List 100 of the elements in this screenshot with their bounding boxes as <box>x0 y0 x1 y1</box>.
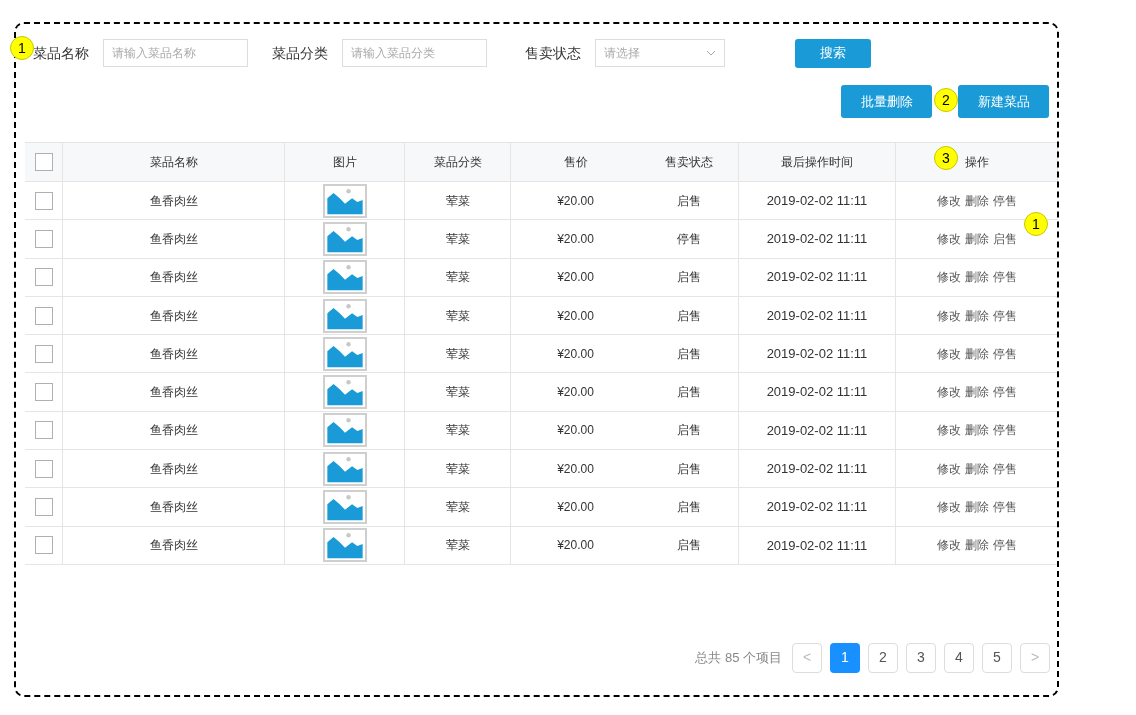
table-cell-text: 鱼香肉丝 <box>149 460 198 478</box>
table-cell-text: 鱼香肉丝 <box>149 307 198 325</box>
operation-link[interactable]: 修改 <box>937 421 961 440</box>
operation-link[interactable]: 停售 <box>993 383 1017 402</box>
checkbox[interactable] <box>34 344 53 363</box>
checkbox[interactable] <box>34 536 53 555</box>
operation-link[interactable]: 删除 <box>965 498 989 516</box>
table-cell-text: 荤菜 <box>445 307 470 325</box>
table-cell-text: ¥20.00 <box>557 269 594 287</box>
table-cell-text: 荤菜 <box>445 460 470 478</box>
page-button[interactable]: 5 <box>982 642 1012 673</box>
operation-link[interactable]: 删除 <box>965 421 989 440</box>
table-cell-text: ¥20.00 <box>557 422 594 440</box>
table-cell-text: 荤菜 <box>445 499 470 516</box>
chevron-down-icon <box>706 50 716 56</box>
table-cell-text: 启售 <box>677 384 701 402</box>
operation-link[interactable]: 删除 <box>965 383 989 402</box>
table-cell-text: ¥20.00 <box>557 230 594 248</box>
table-cell-text: 荤菜 <box>445 230 470 248</box>
checkbox[interactable] <box>34 383 53 402</box>
operation-link[interactable]: 修改 <box>937 306 961 325</box>
table-cell-text: 2019-02-02 11:11 <box>766 459 868 478</box>
table-cell-text: 2019-02-02 11:11 <box>766 268 868 287</box>
page-button[interactable]: 4 <box>944 642 974 673</box>
operation-link[interactable]: 删除 <box>965 459 989 478</box>
table-cell-text: 鱼香肉丝 <box>149 499 198 516</box>
table-cell-text: ¥20.00 <box>557 192 594 210</box>
table-cell-text: 荤菜 <box>445 345 470 363</box>
checkbox[interactable] <box>34 498 53 516</box>
operation-link[interactable]: 修改 <box>937 344 961 363</box>
table-cell-text: 启售 <box>677 537 701 555</box>
operation-link[interactable]: 停售 <box>993 421 1017 440</box>
operation-link[interactable]: 停售 <box>993 498 1017 516</box>
operation-link[interactable]: 修改 <box>937 229 961 248</box>
column-header: 菜品名称 <box>149 154 198 171</box>
checkbox[interactable] <box>34 459 53 478</box>
checkbox[interactable] <box>34 306 53 325</box>
table-cell-text: 启售 <box>677 192 701 210</box>
table-cell-text: ¥20.00 <box>557 537 594 555</box>
operation-link[interactable]: 删除 <box>965 229 989 248</box>
column-header: 图片 <box>332 154 357 171</box>
checkbox[interactable] <box>34 421 53 440</box>
column-header: 操作 <box>964 154 989 171</box>
checkbox[interactable] <box>34 153 53 171</box>
operation-link[interactable]: 停售 <box>993 344 1017 363</box>
page-button[interactable]: 3 <box>906 642 936 673</box>
input-field[interactable]: 请输入菜品分类 <box>342 39 487 67</box>
table-cell-text: 鱼香肉丝 <box>149 345 198 363</box>
operation-link[interactable]: 停售 <box>993 268 1017 287</box>
table-cell-text: 鱼香肉丝 <box>149 537 198 555</box>
input-field[interactable]: 请输入菜品名称 <box>103 39 248 67</box>
checkbox[interactable] <box>34 191 53 210</box>
operation-link[interactable]: 修改 <box>937 498 961 516</box>
checkbox[interactable] <box>34 268 53 287</box>
operation-link[interactable]: 修改 <box>937 268 961 287</box>
operation-link[interactable]: 删除 <box>965 191 989 210</box>
table-cell-text: ¥20.00 <box>557 345 594 363</box>
table-cell-text: 2019-02-02 11:11 <box>766 536 868 555</box>
filter-label: 菜品名称 <box>33 43 89 63</box>
table-cell-text: ¥20.00 <box>557 307 594 325</box>
operation-link[interactable]: 修改 <box>937 191 961 210</box>
table-cell-text: 2019-02-02 11:11 <box>766 383 868 402</box>
filter-label: 售卖状态 <box>525 43 581 63</box>
table-cell-text: 启售 <box>677 422 701 440</box>
filter-label: 菜品分类 <box>272 43 328 63</box>
table-cell-text: 启售 <box>677 499 701 516</box>
table-cell-text: ¥20.00 <box>557 499 594 516</box>
table-cell-text: 荤菜 <box>445 422 470 440</box>
table-cell-text: 鱼香肉丝 <box>149 422 198 440</box>
column-header: 最后操作时间 <box>781 154 853 171</box>
operation-link[interactable]: 删除 <box>965 306 989 325</box>
table-cell-text: ¥20.00 <box>557 384 594 402</box>
operation-link[interactable]: 修改 <box>937 459 961 478</box>
table-cell-text: 启售 <box>677 460 701 478</box>
table-cell-text: 鱼香肉丝 <box>149 384 198 402</box>
operation-link[interactable]: 启售 <box>993 229 1017 248</box>
table-cell-text: 2019-02-02 11:11 <box>766 191 868 210</box>
table-cell-text: 荤菜 <box>445 384 470 402</box>
table-cell-text: 停售 <box>677 230 701 248</box>
operation-link[interactable]: 停售 <box>993 536 1017 555</box>
operation-link[interactable]: 删除 <box>965 344 989 363</box>
checkbox[interactable] <box>34 229 53 248</box>
operation-link[interactable]: 修改 <box>937 536 961 555</box>
table-cell-text: 荤菜 <box>445 192 470 210</box>
operation-link[interactable]: 删除 <box>965 536 989 555</box>
operation-link[interactable]: 停售 <box>993 191 1017 210</box>
table-cell-text: 鱼香肉丝 <box>149 230 198 248</box>
column-header: 售卖状态 <box>665 154 713 171</box>
table-cell-text: 荤菜 <box>445 269 470 287</box>
table-cell-text: 启售 <box>677 307 701 325</box>
table-cell-text: 2019-02-02 11:11 <box>766 230 868 249</box>
operation-link[interactable]: 停售 <box>993 459 1017 478</box>
table-cell-text: 启售 <box>677 269 701 287</box>
page-button[interactable]: 2 <box>868 642 898 673</box>
operation-link[interactable]: 停售 <box>993 306 1017 325</box>
table-cell-text: 2019-02-02 11:11 <box>766 306 868 325</box>
table-cell-text: 2019-02-02 11:11 <box>766 421 868 440</box>
column-header: 售价 <box>563 154 588 171</box>
operation-link[interactable]: 修改 <box>937 383 961 402</box>
operation-link[interactable]: 删除 <box>965 268 989 287</box>
